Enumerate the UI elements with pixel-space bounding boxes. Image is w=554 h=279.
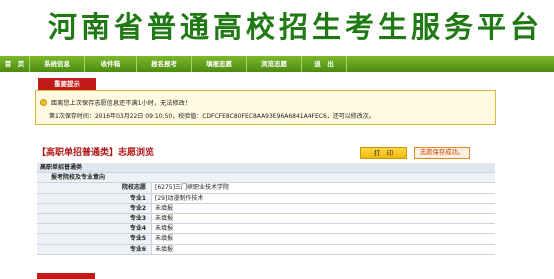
row-label: 专业4 (37, 224, 152, 234)
notice-save-info: 第1次保存时间：2016年03月22日 09:10:50，校验值：CDFCFE8… (49, 113, 375, 120)
table-row: 专业4 未填报 (37, 224, 495, 235)
row-value: 未填报 (152, 224, 495, 234)
table-row: 专业2 未填报 (37, 203, 495, 214)
notice-warning-text: 距离您上次保存志愿信息还不满1小时，无法修改！ (51, 100, 192, 107)
row-value: 未填报 (152, 244, 495, 254)
saved-status-badge: 志愿保存成功。 (414, 147, 470, 159)
print-button[interactable]: 打 印 (360, 147, 407, 159)
main-nav: 首 页 系统信息 收件箱 报名报考 填报志愿 浏览志愿 退 出 (0, 56, 554, 72)
nav-item-inbox[interactable]: 收件箱 (85, 56, 137, 72)
row-label: 专业2 (37, 203, 152, 213)
table-row: 专业5 未填报 (37, 234, 495, 245)
application-table: 高职单招普通类 报考院校及专业意向 院校志愿 [6275]三门峡职业技术学院 专… (37, 163, 495, 255)
row-value: 未填报 (152, 203, 495, 213)
row-value: [6275]三门峡职业技术学院 (152, 183, 495, 193)
row-label: 专业6 (37, 244, 152, 254)
table-row: 专业6 未填报 (37, 244, 495, 255)
row-value: 未填报 (152, 213, 495, 224)
row-label: 院校志愿 (37, 183, 152, 193)
page-title: 【高职单招普通类】志愿浏览 (37, 148, 155, 158)
notice-tab: 重要提示 (38, 78, 96, 90)
table-row: 院校志愿 [6275]三门峡职业技术学院 (37, 183, 495, 194)
row-label: 专业5 (37, 234, 152, 244)
table-subsection-header: 报考院校及专业意向 (37, 173, 495, 184)
row-label: 专业1 (37, 193, 152, 203)
notice-box: 距离您上次保存志愿信息还不满1小时，无法修改！ 第1次保存时间：2016年03月… (35, 90, 496, 125)
row-label: 专业3 (37, 213, 152, 224)
table-row: 专业3 未填报 (37, 213, 495, 225)
site-banner: 河南省普通高校招生考生服务平台 (0, 0, 554, 56)
lightbulb-icon (40, 99, 47, 106)
site-title: 河南省普通高校招生考生服务平台 (48, 10, 544, 44)
nav-item-logout[interactable]: 退 出 (302, 56, 347, 72)
nav-item-home[interactable]: 首 页 (0, 56, 30, 72)
table-row: 专业1 [29]动漫制作技术 (37, 193, 495, 204)
nav-item-registration[interactable]: 报名报考 (137, 56, 192, 72)
nav-item-browse-application[interactable]: 浏览志愿 (247, 56, 302, 72)
nav-item-fill-application[interactable]: 填报志愿 (192, 56, 247, 72)
row-value: [29]动漫制作技术 (152, 193, 495, 203)
table-section-header: 高职单招普通类 (37, 163, 495, 174)
nav-item-system-info[interactable]: 系统信息 (30, 56, 85, 72)
next-section-tab (37, 273, 95, 279)
row-value: 未填报 (152, 234, 495, 244)
